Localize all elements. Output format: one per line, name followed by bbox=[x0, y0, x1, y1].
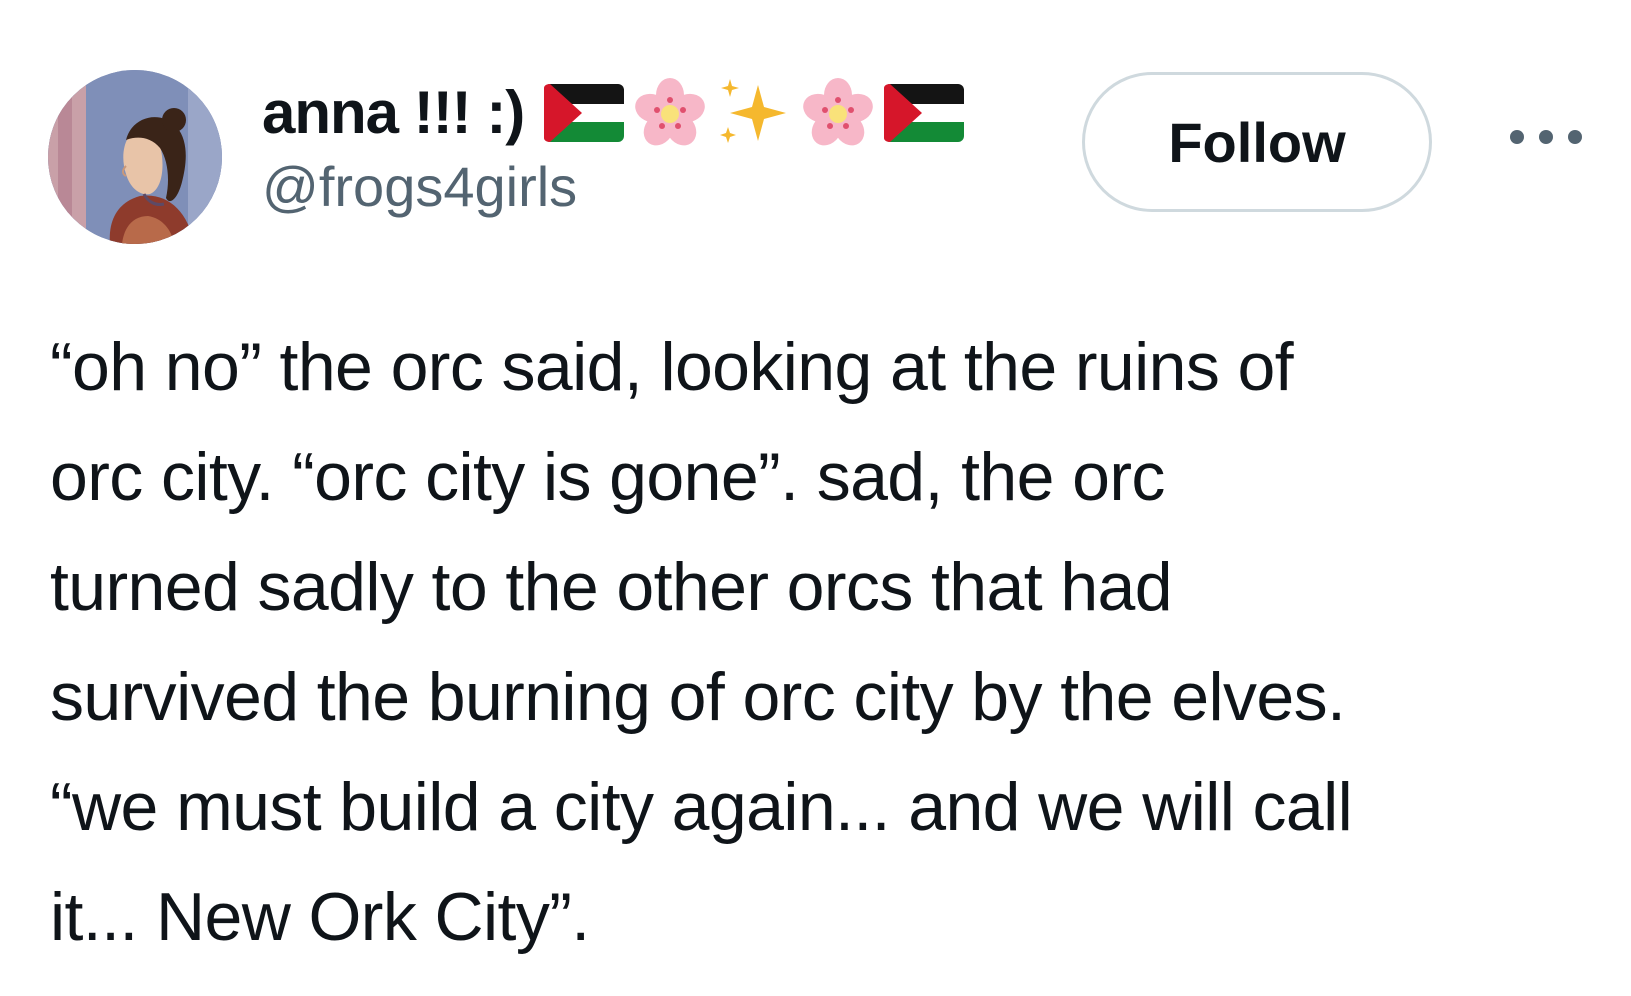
tweet-text-line: turned sadly to the other orcs that had bbox=[50, 549, 1173, 625]
more-dot bbox=[1568, 130, 1582, 144]
follow-button[interactable]: Follow bbox=[1082, 72, 1432, 212]
more-horizontal-icon[interactable] bbox=[1510, 122, 1582, 152]
tweet-text-line: it... New Ork City”. bbox=[50, 879, 590, 955]
tweet-text-line: orc city. “orc city is gone”. sad, the o… bbox=[50, 439, 1165, 515]
tweet-card: anna !!! :) @frogs4girls Follow “oh no” … bbox=[0, 0, 1631, 996]
name-row: anna !!! :) bbox=[262, 77, 965, 149]
cherry-blossom-icon bbox=[803, 78, 874, 146]
sparkles-icon bbox=[720, 79, 787, 143]
tweet-text-line: “we must build a city again... and we wi… bbox=[50, 769, 1353, 845]
more-dot bbox=[1510, 130, 1524, 144]
avatar[interactable] bbox=[48, 70, 222, 244]
tweet-text-line: “oh no” the orc said, looking at the rui… bbox=[50, 329, 1294, 405]
display-name[interactable]: anna !!! :) bbox=[262, 78, 525, 148]
tweet-text: “oh no” the orc said, looking at the rui… bbox=[50, 312, 1610, 972]
user-handle[interactable]: @frogs4girls bbox=[262, 154, 964, 220]
palestine-flag-icon bbox=[884, 84, 965, 142]
avatar-portrait-icon bbox=[48, 70, 222, 244]
palestine-flag-icon bbox=[544, 84, 625, 142]
user-info: anna !!! :) @frogs4girls bbox=[262, 77, 965, 220]
more-dot bbox=[1539, 130, 1553, 144]
tweet-text-line: survived the burning of orc city by the … bbox=[50, 659, 1346, 735]
cherry-blossom-icon bbox=[635, 78, 706, 146]
name-emojis bbox=[544, 77, 965, 149]
